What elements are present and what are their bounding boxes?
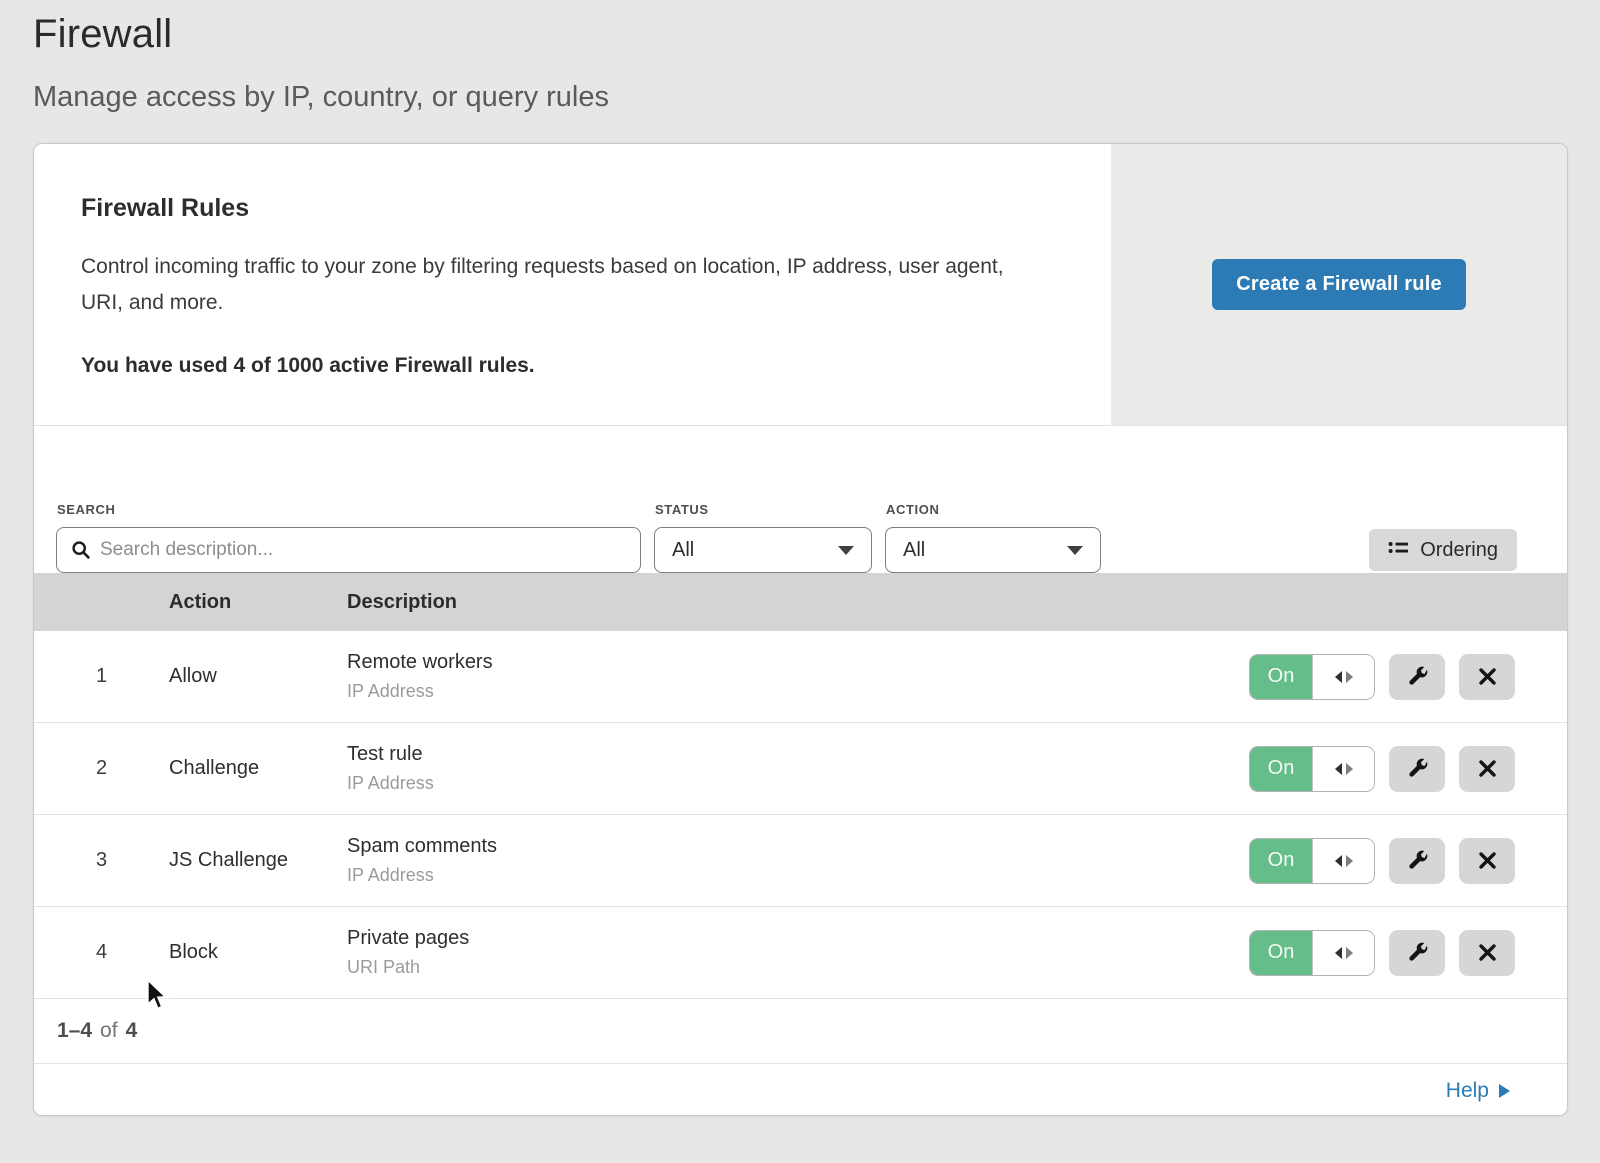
pagination-of: of — [100, 1019, 118, 1043]
filters-bar: SEARCH STATUS All ACTION All — [34, 426, 1567, 573]
wrench-icon — [1406, 941, 1429, 964]
action-column-header: Action — [169, 591, 347, 614]
delete-rule-button[interactable] — [1459, 654, 1515, 700]
rules-summary-section: Firewall Rules Control incoming traffic … — [34, 144, 1567, 426]
action-field: ACTION All — [885, 502, 1101, 573]
toggle-arrows-icon — [1312, 839, 1374, 883]
description-column-header: Description — [347, 591, 1567, 614]
rule-field-type: IP Address — [347, 865, 1249, 886]
action-label: ACTION — [886, 502, 1101, 517]
rule-description-cell: Test rule IP Address — [347, 743, 1249, 794]
wrench-icon — [1406, 849, 1429, 872]
chevron-down-icon — [1067, 546, 1083, 555]
toggle-on-label: On — [1250, 747, 1312, 791]
ordered-list-icon — [1388, 540, 1409, 560]
rule-enabled-toggle[interactable]: On — [1249, 930, 1375, 976]
rule-controls: On — [1249, 746, 1567, 792]
action-select[interactable]: All — [885, 527, 1101, 573]
table-row: 2 Challenge Test rule IP Address On — [34, 723, 1567, 815]
rule-priority: 4 — [34, 941, 169, 964]
edit-rule-button[interactable] — [1389, 746, 1445, 792]
wrench-icon — [1406, 757, 1429, 780]
delete-rule-button[interactable] — [1459, 930, 1515, 976]
pagination-range: 1–4 — [57, 1019, 92, 1043]
chevron-down-icon — [838, 546, 854, 555]
rule-description: Spam comments — [347, 835, 1249, 858]
search-field: SEARCH — [56, 502, 641, 573]
rule-field-type: URI Path — [347, 957, 1249, 978]
delete-rule-button[interactable] — [1459, 746, 1515, 792]
rule-controls: On — [1249, 838, 1567, 884]
rule-priority: 1 — [34, 665, 169, 688]
rule-action: Allow — [169, 665, 347, 688]
rule-controls: On — [1249, 930, 1567, 976]
rule-description-cell: Remote workers IP Address — [347, 651, 1249, 702]
rule-description: Test rule — [347, 743, 1249, 766]
rules-heading: Firewall Rules — [81, 194, 1063, 223]
page-header: Firewall Manage access by IP, country, o… — [0, 0, 1600, 114]
rule-action: Block — [169, 941, 347, 964]
close-icon — [1478, 943, 1497, 962]
toggle-on-label: On — [1250, 839, 1312, 883]
rule-enabled-toggle[interactable]: On — [1249, 746, 1375, 792]
toggle-on-label: On — [1250, 655, 1312, 699]
ordering-button[interactable]: Ordering — [1369, 529, 1517, 571]
rules-description: Control incoming traffic to your zone by… — [81, 249, 1026, 322]
firewall-rules-card: Firewall Rules Control incoming traffic … — [33, 143, 1568, 1116]
table-row: 3 JS Challenge Spam comments IP Address … — [34, 815, 1567, 907]
rule-action: Challenge — [169, 757, 347, 780]
help-link-label: Help — [1446, 1079, 1489, 1103]
rule-action: JS Challenge — [169, 849, 347, 872]
page-title: Firewall — [33, 12, 1600, 57]
close-icon — [1478, 667, 1497, 686]
rule-description: Private pages — [347, 927, 1249, 950]
close-icon — [1478, 759, 1497, 778]
card-footer: Help — [34, 1063, 1567, 1116]
pagination: 1–4 of 4 — [34, 999, 1567, 1063]
rule-priority: 3 — [34, 849, 169, 872]
rule-description-cell: Spam comments IP Address — [347, 835, 1249, 886]
create-rule-panel: Create a Firewall rule — [1111, 144, 1567, 425]
table-header: Action Description — [34, 573, 1567, 631]
toggle-arrows-icon — [1312, 747, 1374, 791]
ordering-button-label: Ordering — [1420, 539, 1498, 562]
action-select-value: All — [903, 539, 925, 562]
close-icon — [1478, 851, 1497, 870]
rule-field-type: IP Address — [347, 681, 1249, 702]
rules-usage-note: You have used 4 of 1000 active Firewall … — [81, 354, 1063, 378]
search-input-box[interactable] — [56, 527, 641, 573]
rule-description-cell: Private pages URI Path — [347, 927, 1249, 978]
search-icon — [71, 540, 91, 560]
search-label: SEARCH — [57, 502, 641, 517]
help-link[interactable]: Help — [1446, 1079, 1511, 1103]
search-input[interactable] — [100, 539, 626, 561]
create-firewall-rule-button[interactable]: Create a Firewall rule — [1212, 259, 1466, 310]
edit-rule-button[interactable] — [1389, 930, 1445, 976]
arrow-right-icon — [1498, 1083, 1511, 1099]
rules-summary-text: Firewall Rules Control incoming traffic … — [34, 144, 1111, 425]
table-row: 4 Block Private pages URI Path On — [34, 907, 1567, 999]
delete-rule-button[interactable] — [1459, 838, 1515, 884]
table-row: 1 Allow Remote workers IP Address On — [34, 631, 1567, 723]
status-field: STATUS All — [654, 502, 872, 573]
rule-description: Remote workers — [347, 651, 1249, 674]
status-select-value: All — [672, 539, 694, 562]
rules-table-body: 1 Allow Remote workers IP Address On — [34, 631, 1567, 999]
rule-controls: On — [1249, 654, 1567, 700]
toggle-arrows-icon — [1312, 655, 1374, 699]
toggle-arrows-icon — [1312, 931, 1374, 975]
pagination-total: 4 — [126, 1019, 138, 1043]
status-label: STATUS — [655, 502, 872, 517]
rule-enabled-toggle[interactable]: On — [1249, 838, 1375, 884]
wrench-icon — [1406, 665, 1429, 688]
rule-field-type: IP Address — [347, 773, 1249, 794]
edit-rule-button[interactable] — [1389, 654, 1445, 700]
page-subtitle: Manage access by IP, country, or query r… — [33, 81, 1600, 114]
edit-rule-button[interactable] — [1389, 838, 1445, 884]
rule-priority: 2 — [34, 757, 169, 780]
status-select[interactable]: All — [654, 527, 872, 573]
toggle-on-label: On — [1250, 931, 1312, 975]
rule-enabled-toggle[interactable]: On — [1249, 654, 1375, 700]
